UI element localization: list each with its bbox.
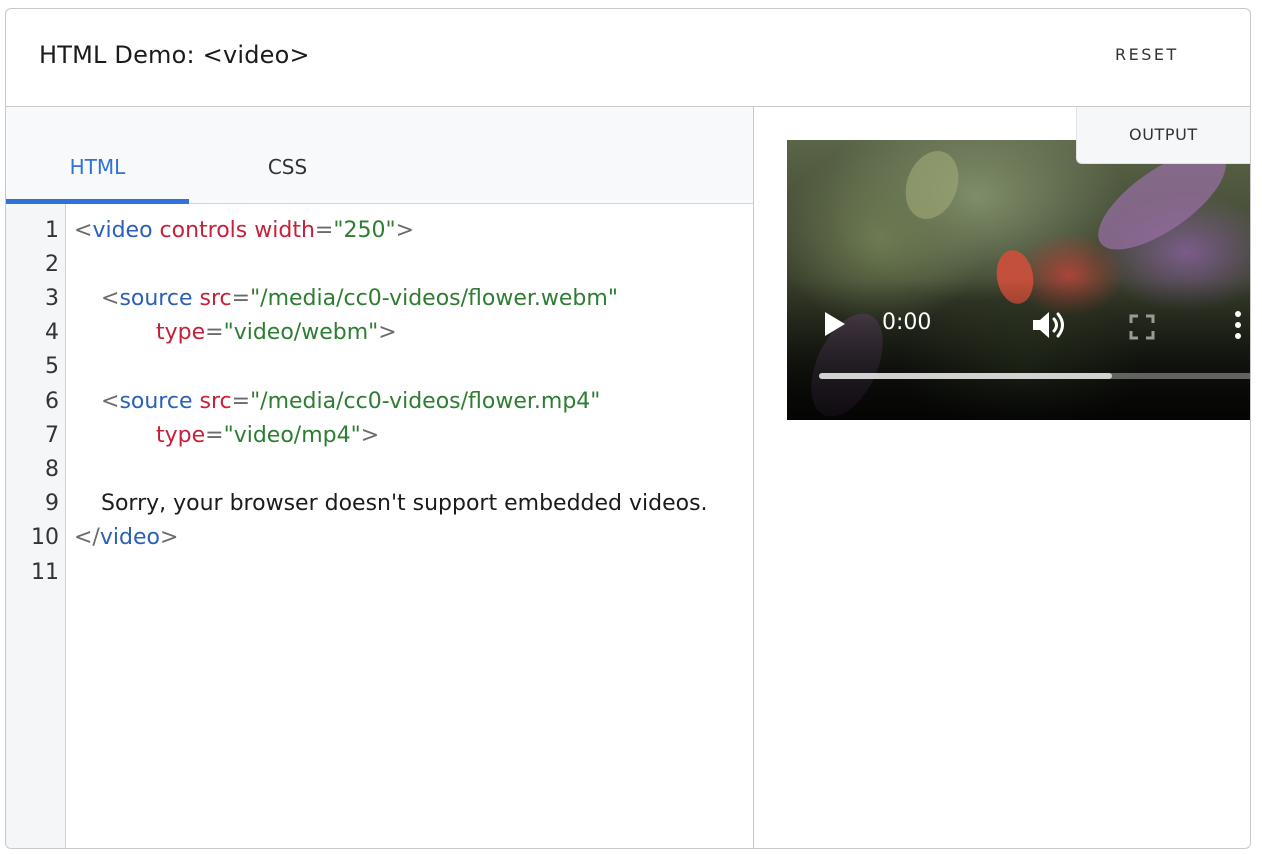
tab-html[interactable]: HTML bbox=[6, 107, 189, 204]
video-player[interactable]: 0:00 bbox=[787, 140, 1250, 420]
line-number: 4 bbox=[45, 320, 59, 345]
tab-output[interactable]: OUTPUT bbox=[1076, 107, 1250, 164]
tab-html-label: HTML bbox=[69, 155, 126, 179]
demo-title: HTML Demo: <video> bbox=[39, 41, 310, 69]
line-number: 9 bbox=[45, 491, 59, 516]
video-time: 0:00 bbox=[882, 310, 932, 335]
tab-css[interactable]: CSS bbox=[196, 107, 379, 203]
line-number: 2 bbox=[45, 252, 59, 277]
line-number: 1 bbox=[45, 218, 59, 243]
demo-frame: HTML Demo: <video> RESET HTML CSS 1 2 3 … bbox=[5, 8, 1251, 849]
volume-icon[interactable] bbox=[1031, 310, 1067, 340]
code-content[interactable]: <video controls width="250"> <source src… bbox=[74, 204, 750, 848]
code-line-3: <source src="/media/cc0-videos/flower.we… bbox=[101, 286, 618, 311]
video-controls-gradient bbox=[787, 280, 1250, 420]
more-options-icon[interactable] bbox=[1233, 310, 1243, 340]
code-editor[interactable]: 1 2 3 4 5 6 7 8 9 10 11 <video controls … bbox=[6, 204, 753, 848]
output-tab-label: OUTPUT bbox=[1129, 125, 1198, 144]
line-number-gutter: 1 2 3 4 5 6 7 8 9 10 11 bbox=[6, 204, 66, 848]
code-line-1: <video controls width="250"> bbox=[74, 218, 415, 243]
code-line-4: type="video/webm"> bbox=[156, 320, 397, 345]
reset-button[interactable]: RESET bbox=[1115, 45, 1179, 64]
output-pane: 0:00 OUTPUT bbox=[754, 107, 1250, 848]
line-number: 7 bbox=[45, 423, 59, 448]
video-buffered-bar bbox=[819, 373, 1112, 379]
editor-tabbar: HTML CSS bbox=[6, 107, 753, 204]
editor-pane: HTML CSS 1 2 3 4 5 6 7 8 9 10 11 <video … bbox=[6, 107, 754, 848]
code-line-9: Sorry, your browser doesn't support embe… bbox=[101, 491, 708, 516]
demo-header: HTML Demo: <video> RESET bbox=[6, 9, 1250, 107]
line-number: 5 bbox=[45, 354, 59, 379]
line-number: 8 bbox=[45, 457, 59, 482]
code-line-10: </video> bbox=[74, 525, 179, 550]
line-number: 3 bbox=[45, 286, 59, 311]
play-icon[interactable] bbox=[825, 312, 845, 336]
fullscreen-icon[interactable] bbox=[1129, 314, 1155, 340]
line-number: 11 bbox=[31, 560, 59, 585]
code-line-6: <source src="/media/cc0-videos/flower.mp… bbox=[101, 389, 601, 414]
tab-css-label: CSS bbox=[267, 155, 308, 179]
line-number: 6 bbox=[45, 389, 59, 414]
line-number: 10 bbox=[31, 525, 59, 550]
video-progress-bar[interactable] bbox=[819, 373, 1250, 379]
code-line-7: type="video/mp4"> bbox=[156, 423, 380, 448]
